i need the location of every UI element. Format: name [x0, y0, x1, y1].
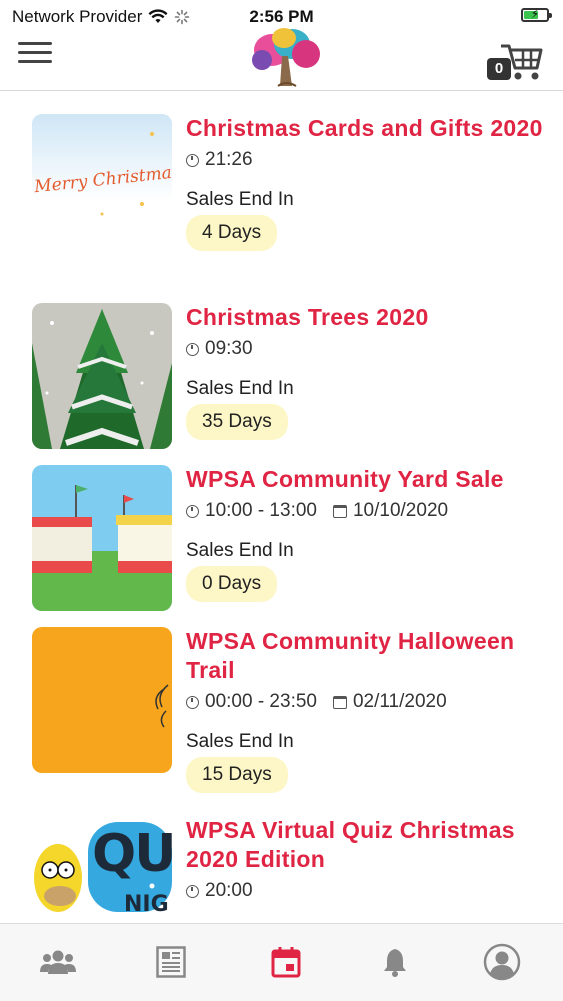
thumbnail-text-night: NIG	[124, 892, 169, 917]
event-card[interactable]: Christmas Trees 2020 09:30 Sales End In …	[0, 303, 563, 453]
thumbnail-text-quiz: QU	[92, 824, 172, 884]
app-logo	[252, 28, 320, 87]
sales-end-label: Sales End In	[186, 731, 294, 752]
clock-icon	[186, 504, 199, 518]
news-icon	[156, 946, 186, 978]
event-info: Christmas Trees 2020 09:30 Sales End In …	[186, 303, 546, 440]
event-title: WPSA Community Halloween Trail	[186, 628, 515, 683]
calendar-small-icon	[332, 695, 347, 709]
days-remaining-badge: 15 Days	[186, 757, 288, 793]
calendar-small-icon	[332, 504, 347, 518]
sales-end-label: Sales End In	[186, 378, 294, 399]
event-title: Christmas Trees 2020	[186, 304, 429, 330]
event-time: 20:00	[205, 880, 253, 901]
bottom-tab-bar	[0, 923, 563, 1001]
event-time: 00:00 - 23:50	[205, 691, 317, 712]
clock-icon	[186, 884, 199, 898]
event-card[interactable]: Merry Christmas Christmas Cards and Gift…	[0, 114, 563, 274]
event-info: WPSA Community Halloween Trail 00:00 - 2…	[186, 627, 546, 793]
event-time: 10:00 - 13:00	[205, 500, 317, 521]
event-date: 02/11/2020	[352, 691, 447, 712]
event-thumbnail	[32, 303, 172, 449]
clock-icon	[186, 342, 199, 356]
event-meta: 20:00	[186, 880, 546, 902]
event-title: WPSA Community Yard Sale	[186, 466, 504, 492]
event-meta: 09:30	[186, 338, 546, 360]
clock-icon	[186, 153, 199, 167]
event-meta: 00:00 - 23:50 02/11/2020	[186, 691, 546, 713]
battery-icon: ⚡	[521, 7, 552, 22]
clock-icon	[186, 695, 199, 709]
event-thumbnail: Merry Christmas	[32, 114, 172, 260]
event-thumbnail: QU NIG	[32, 816, 172, 923]
sales-end-label: Sales End In	[186, 189, 294, 210]
days-remaining-badge: 35 Days	[186, 404, 288, 440]
event-card[interactable]: QU NIG WPSA Virtual Quiz Christmas 2020 …	[0, 816, 563, 923]
cart-count-badge: 0	[487, 58, 511, 80]
profile-icon	[483, 943, 521, 981]
event-time: 21:26	[205, 149, 253, 170]
days-remaining-badge: 0 Days	[186, 566, 278, 602]
event-meta: 10:00 - 13:00 10/10/2020	[186, 500, 546, 522]
tab-community[interactable]	[38, 942, 78, 982]
people-icon	[40, 950, 76, 974]
app-header: 0	[0, 28, 563, 90]
event-list[interactable]: Merry Christmas Christmas Cards and Gift…	[0, 91, 563, 923]
cart-button[interactable]: 0	[487, 38, 545, 82]
event-thumbnail	[32, 627, 172, 773]
event-info: WPSA Community Yard Sale 10:00 - 13:00 1…	[186, 465, 546, 602]
event-card[interactable]: WPSA Community Halloween Trail 00:00 - 2…	[0, 627, 563, 807]
event-title: WPSA Virtual Quiz Christmas 2020 Edition	[186, 817, 515, 872]
event-info: WPSA Virtual Quiz Christmas 2020 Edition…	[186, 816, 546, 902]
event-info: Christmas Cards and Gifts 2020 21:26 Sal…	[186, 114, 546, 251]
event-date: 10/10/2020	[352, 500, 449, 521]
status-time: 2:56 PM	[249, 7, 314, 26]
tab-notifications[interactable]	[375, 942, 415, 982]
sales-end-label: Sales End In	[186, 540, 294, 561]
event-title: Christmas Cards and Gifts 2020	[186, 115, 543, 141]
tab-events[interactable]	[266, 942, 306, 982]
calendar-icon	[271, 947, 301, 978]
event-card[interactable]: WPSA Community Yard Sale 10:00 - 13:00 1…	[0, 465, 563, 615]
menu-button[interactable]	[18, 42, 52, 68]
event-meta: 21:26	[186, 149, 546, 171]
tab-news[interactable]	[151, 942, 191, 982]
event-thumbnail	[32, 465, 172, 611]
bell-icon	[384, 949, 406, 977]
days-remaining-badge: 4 Days	[186, 215, 278, 251]
tab-profile[interactable]	[482, 942, 522, 982]
event-time: 09:30	[205, 338, 253, 359]
